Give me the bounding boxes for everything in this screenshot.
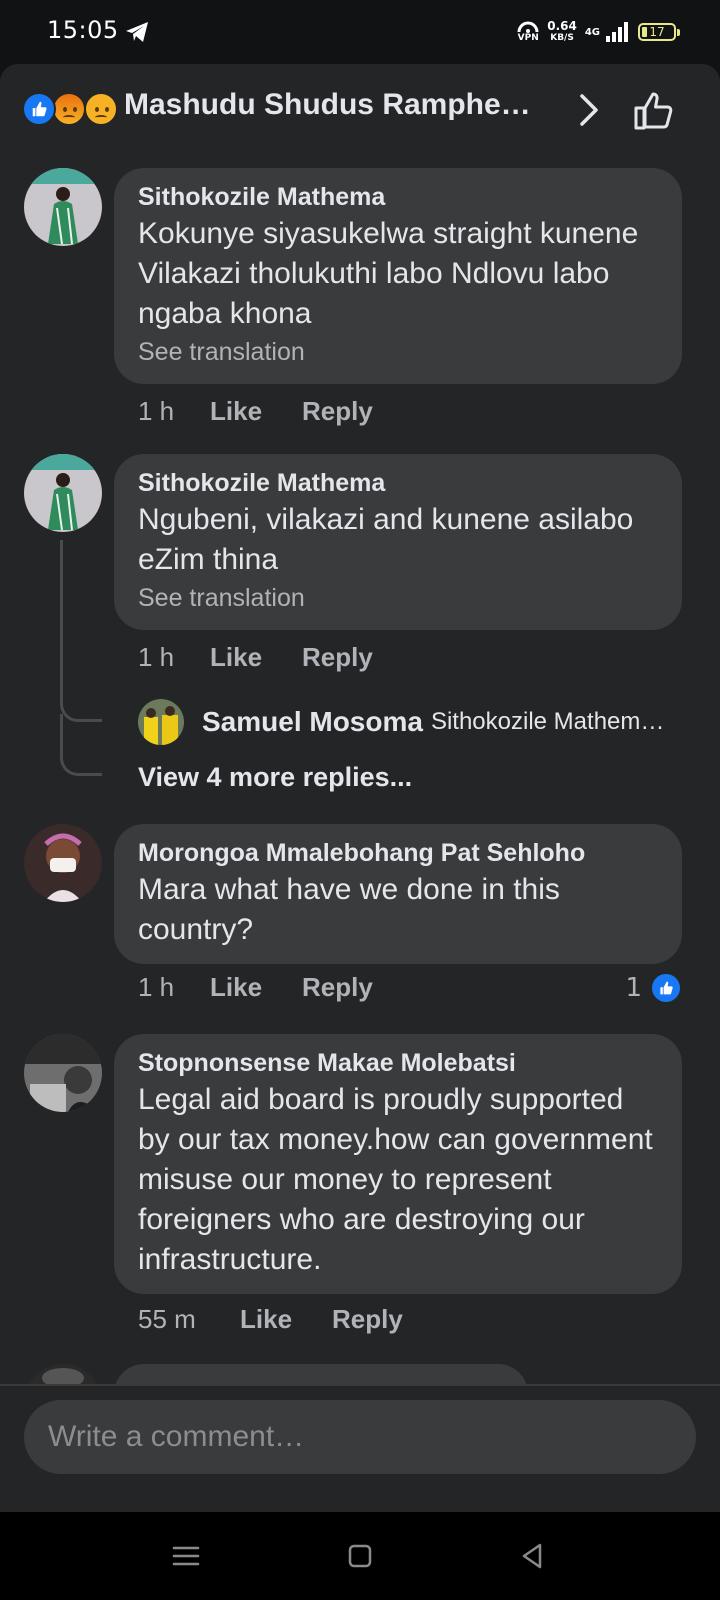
comment-time: 1 h xyxy=(138,642,175,672)
view-more-replies-link[interactable]: View 4 more replies... xyxy=(138,762,412,793)
sheet-header: Mashudu Shudus Ramphe… xyxy=(0,64,720,154)
like-button[interactable]: Like xyxy=(210,396,262,427)
speed-value: 0.64 xyxy=(547,19,577,33)
comment-time: 1 h xyxy=(138,972,175,1002)
comment-text: Mara what have we done in this country? xyxy=(138,873,560,946)
comment-bubble[interactable]: Sithokozile Mathema Kokunye siyasukelwa … xyxy=(114,168,682,384)
sad-icon xyxy=(84,92,118,126)
thread-line xyxy=(60,540,63,700)
comment-time: 1 h xyxy=(138,396,175,426)
comment-input[interactable] xyxy=(24,1400,696,1474)
vpn-icon: VPN xyxy=(515,21,541,43)
like-icon xyxy=(22,92,56,126)
status-icons: VPN 0.64 KB/S 4G 17 xyxy=(515,16,680,48)
comment-bubble[interactable]: Sithokozile Mathema Ngubeni, vilakazi an… xyxy=(114,454,682,630)
avatar[interactable] xyxy=(138,699,184,745)
network-type: 4G xyxy=(584,26,600,38)
avatar[interactable] xyxy=(24,1034,102,1112)
comment-actions: 1 h Like Reply xyxy=(138,396,373,427)
avatar[interactable] xyxy=(24,824,102,902)
reaction-summary[interactable] xyxy=(22,92,122,126)
telegram-icon xyxy=(126,22,148,42)
reply-preview[interactable]: Samuel Mosoma Sithokozile Mathem… xyxy=(138,698,698,746)
like-button[interactable]: Like xyxy=(210,642,262,673)
comment-author[interactable]: Sithokozile Mathema xyxy=(138,180,658,214)
comment-text: Ngubeni, vilakazi and kunene asilabo eZi… xyxy=(138,503,634,576)
like-count-value: 1 xyxy=(625,973,642,1003)
comment-bubble[interactable]: Morongoa Mmalebohang Pat Sehloho Mara wh… xyxy=(114,824,682,964)
angry-icon xyxy=(52,92,86,126)
vpn-label: VPN xyxy=(517,33,539,43)
speed-unit: KB/S xyxy=(550,33,574,43)
see-translation-link[interactable]: See translation xyxy=(138,334,658,370)
reply-button[interactable]: Reply xyxy=(332,1304,403,1335)
reply-button[interactable]: Reply xyxy=(302,642,373,673)
thread-connector xyxy=(60,754,102,776)
avatar[interactable] xyxy=(24,1364,102,1386)
comment-actions: 55 m Like Reply xyxy=(138,1304,403,1335)
avatar[interactable] xyxy=(24,168,102,246)
comment-text: Legal aid board is proudly supported by … xyxy=(138,1083,653,1276)
comment-author[interactable]: Sithokozile Mathema xyxy=(138,466,658,500)
like-button[interactable]: Like xyxy=(240,1304,292,1335)
status-time: 15:05 xyxy=(47,16,119,44)
reply-text: Sithokozile Mathem… xyxy=(430,708,665,735)
avatar[interactable] xyxy=(24,454,102,532)
chevron-right-icon[interactable] xyxy=(574,92,602,128)
comment-like-count[interactable]: 1 xyxy=(625,972,682,1004)
system-nav-bar xyxy=(0,1512,720,1600)
home-icon[interactable] xyxy=(344,1540,376,1572)
back-icon[interactable] xyxy=(516,1540,548,1572)
comment-bubble[interactable] xyxy=(114,1364,528,1386)
comment-author[interactable]: Morongoa Mmalebohang Pat Sehloho xyxy=(138,836,658,870)
comment-time: 55 m xyxy=(138,1304,196,1334)
reply-button[interactable]: Reply xyxy=(302,972,373,1003)
comment-actions: 1 h Like Reply xyxy=(138,972,373,1003)
comment-actions: 1 h Like Reply xyxy=(138,642,373,673)
network-speed: 0.64 KB/S xyxy=(547,20,577,44)
next-comment-preview xyxy=(0,1364,720,1386)
status-bar: 15:05 VPN 0.64 KB/S 4G 17 xyxy=(0,0,720,64)
see-translation-link[interactable]: See translation xyxy=(138,580,658,616)
battery-level: 17 xyxy=(649,25,665,39)
thread-connector xyxy=(60,700,102,722)
comment-composer xyxy=(0,1384,720,1512)
reply-button[interactable]: Reply xyxy=(302,396,373,427)
comments-sheet: Mashudu Shudus Ramphe… Sithokozile Mathe… xyxy=(0,64,720,1512)
menu-icon[interactable] xyxy=(170,1540,202,1572)
comment-text: Kokunye siyasukelwa straight kunene Vila… xyxy=(138,217,639,330)
signal-icon xyxy=(606,22,628,42)
reply-author[interactable]: Samuel Mosoma xyxy=(202,706,423,738)
like-button[interactable]: Like xyxy=(210,972,262,1003)
battery-icon: 17 xyxy=(638,23,680,41)
comment-bubble[interactable]: Stopnonsense Makae Molebatsi Legal aid b… xyxy=(114,1034,682,1294)
thread-line xyxy=(60,714,63,754)
like-badge-icon xyxy=(650,972,682,1004)
post-author-title[interactable]: Mashudu Shudus Ramphe… xyxy=(124,88,554,122)
like-outline-icon[interactable] xyxy=(632,88,676,132)
comment-author[interactable]: Stopnonsense Makae Molebatsi xyxy=(138,1046,658,1080)
